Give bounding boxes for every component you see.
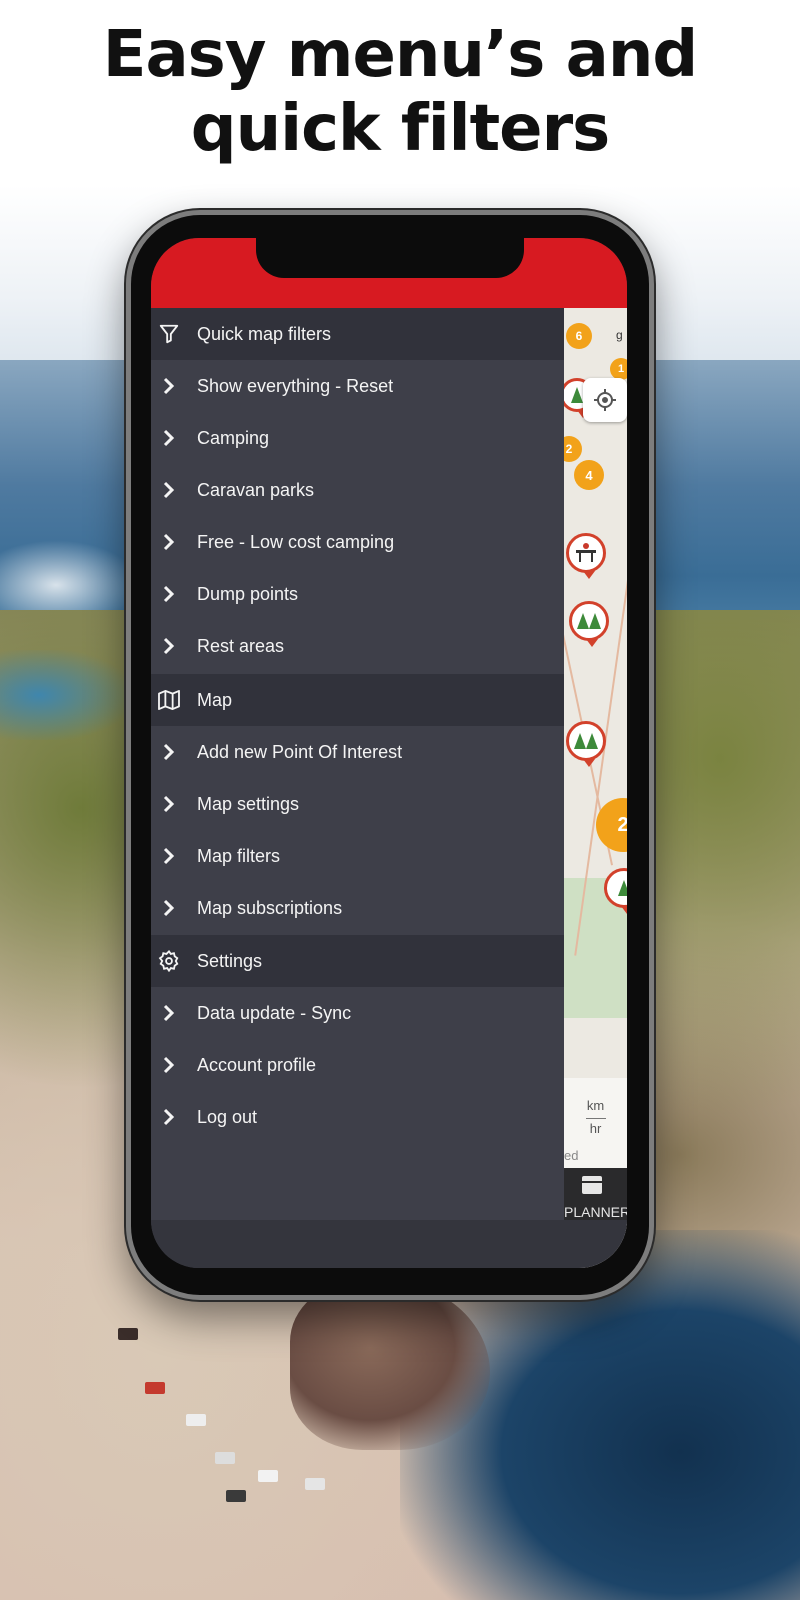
chevron-right-icon — [157, 792, 181, 816]
vehicle — [215, 1452, 235, 1464]
menu-label: Add new Point Of Interest — [197, 742, 403, 762]
picnic-table-icon — [576, 543, 596, 562]
menu-item-camping[interactable]: Camping — [151, 412, 564, 464]
phone-screen: g 6 1 2 4 2 km hr ed PLANNER Quick map f… — [151, 238, 627, 1268]
vehicle — [186, 1414, 206, 1426]
calendar-icon — [582, 1176, 602, 1194]
tree-icon — [571, 387, 583, 403]
menu-label: Map filters — [197, 846, 281, 866]
menu-label: Caravan parks — [197, 480, 315, 500]
filter-icon — [157, 322, 181, 346]
map-place-label: g — [616, 328, 623, 342]
chevron-right-icon — [157, 374, 181, 398]
menu-label: Free - Low cost camping — [197, 532, 395, 552]
map-cluster[interactable]: 6 — [566, 323, 592, 349]
menu-item-account-profile[interactable]: Account profile — [151, 1039, 564, 1091]
lagoon — [0, 650, 130, 740]
menu-label: Map subscriptions — [197, 898, 343, 918]
crosshair-icon — [594, 389, 616, 411]
chevron-right-icon — [157, 896, 181, 920]
menu-section-settings[interactable]: Settings — [151, 935, 564, 987]
chevron-right-icon — [157, 1105, 181, 1129]
menu-section-map[interactable]: Map — [151, 674, 564, 726]
vehicle — [226, 1490, 246, 1502]
promo-headline: Easy menu’s and quick filters — [0, 18, 800, 166]
tab-planner[interactable]: PLANNER — [564, 1168, 627, 1224]
menu-item-map-filters[interactable]: Map filters — [151, 830, 564, 882]
tree-icon — [589, 613, 601, 629]
map-view[interactable]: g 6 1 2 4 2 km hr ed PLANNER — [564, 308, 627, 1268]
menu-label: Show everything - Reset — [197, 376, 394, 396]
speed-unit-bottom: hr — [585, 1118, 606, 1136]
chevron-right-icon — [157, 582, 181, 606]
menu-item-add-new-point-of-interest[interactable]: Add new Point Of Interest — [151, 726, 564, 778]
map-pin-camping[interactable] — [569, 601, 609, 647]
map-pin-camping[interactable] — [566, 721, 606, 767]
chevron-right-icon — [157, 844, 181, 868]
menu-label: Camping — [197, 428, 270, 448]
chevron-right-icon — [157, 1053, 181, 1077]
menu-item-rest-areas[interactable]: Rest areas — [151, 620, 564, 672]
headline-line-1: Easy menu’s and — [102, 18, 698, 92]
menu-label: Map — [197, 690, 233, 710]
menu-item-log-out[interactable]: Log out — [151, 1091, 564, 1143]
vehicle — [118, 1328, 138, 1340]
vehicle — [258, 1470, 278, 1482]
tree-icon — [586, 733, 598, 749]
menu-item-data-update-sync[interactable]: Data update - Sync — [151, 987, 564, 1039]
menu-label: Data update - Sync — [197, 1003, 352, 1023]
menu-item-dump-points[interactable]: Dump points — [151, 568, 564, 620]
map-pin-rest-area[interactable] — [566, 533, 606, 579]
menu-item-show-everything-reset[interactable]: Show everything - Reset — [151, 360, 564, 412]
menu-item-caravan-parks[interactable]: Caravan parks — [151, 464, 564, 516]
drawer-bottom-bar — [151, 1220, 627, 1268]
menu-item-map-settings[interactable]: Map settings — [151, 778, 564, 830]
tree-icon — [577, 613, 589, 629]
menu-label: Map settings — [197, 794, 300, 814]
vehicle — [305, 1478, 325, 1490]
vehicle — [145, 1382, 165, 1394]
speed-unit-top: km — [586, 1098, 605, 1113]
gear-icon — [157, 949, 181, 973]
headline-line-2: quick filters — [190, 92, 610, 166]
menu-label: Account profile — [197, 1055, 317, 1075]
locate-me-button[interactable] — [583, 378, 627, 422]
menu-label: Settings — [197, 951, 263, 971]
tree-icon — [618, 880, 627, 896]
tree-icon — [574, 733, 586, 749]
menu-label: Log out — [197, 1107, 258, 1127]
chevron-right-icon — [157, 740, 181, 764]
navigation-drawer: Quick map filters Show everything - Rese… — [151, 308, 564, 1220]
menu-label: Dump points — [197, 584, 299, 604]
chevron-right-icon — [157, 426, 181, 450]
menu-label: Rest areas — [197, 636, 285, 656]
map-cluster[interactable]: 1 — [610, 358, 627, 380]
menu-label: Quick map filters — [197, 324, 332, 344]
speed-partial-text: ed — [564, 1148, 579, 1163]
chevron-right-icon — [157, 478, 181, 502]
tab-planner-label: PLANNER — [564, 1204, 627, 1220]
chevron-right-icon — [157, 530, 181, 554]
map-cluster[interactable]: 2 — [564, 436, 582, 462]
menu-item-free-low-cost-camping[interactable]: Free - Low cost camping — [151, 516, 564, 568]
speed-readout: km hr ed — [564, 1078, 627, 1168]
map-icon — [157, 688, 181, 712]
menu-section-quick-map-filters[interactable]: Quick map filters — [151, 308, 564, 360]
chevron-right-icon — [157, 1001, 181, 1025]
map-cluster[interactable]: 4 — [574, 460, 604, 490]
chevron-right-icon — [157, 634, 181, 658]
menu-item-map-subscriptions[interactable]: Map subscriptions — [151, 882, 564, 934]
phone-notch — [256, 238, 524, 278]
